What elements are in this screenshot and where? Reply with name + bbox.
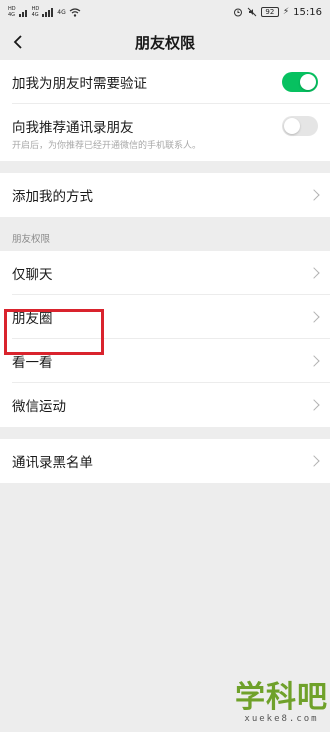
signal-icon-2 (42, 7, 54, 17)
battery-icon: 92 (260, 7, 279, 17)
battery-level: 92 (265, 8, 275, 16)
network-tag-3: 4G (57, 8, 66, 16)
add-methods-label: 添加我的方式 (12, 189, 93, 205)
wifi-icon (69, 7, 81, 17)
network-tag-1: HD 4G (8, 6, 16, 18)
alarm-icon (233, 8, 242, 17)
network-tag-4g-1: 4G (8, 12, 16, 18)
clock: 15:16 (293, 6, 322, 18)
chevron-right-icon (308, 267, 320, 279)
network-tag-4g-2: 4G (31, 12, 39, 18)
require-verification-label: 加我为朋友时需要验证 (12, 76, 147, 92)
list-item-label: 微信运动 (12, 399, 66, 415)
chevron-right-icon (308, 399, 320, 411)
require-verification-row[interactable]: 加我为朋友时需要验证 (0, 60, 330, 104)
signal-icon (18, 9, 27, 17)
watermark-main: 学科吧 (235, 680, 328, 715)
add-methods-row[interactable]: 添加我的方式 (0, 173, 330, 217)
status-bar: HD 4G HD 4G 4G 92 ⚡ 15:16 (0, 0, 330, 24)
watermark-sub: xueke8.com (244, 714, 319, 724)
list-item-chat-only[interactable]: 仅聊天 (0, 251, 330, 295)
list-item-label: 仅聊天 (12, 267, 53, 283)
status-left: HD 4G HD 4G 4G (8, 6, 81, 18)
toggle-knob (284, 118, 300, 134)
recommend-contacts-toggle[interactable] (282, 116, 318, 136)
network-tag-2: HD 4G (32, 6, 40, 18)
toggle-knob (300, 74, 316, 90)
mute-icon (247, 7, 257, 17)
list-item-werun[interactable]: 微信运动 (0, 383, 330, 427)
watermark: 学科吧 xueke8.com (235, 680, 328, 725)
add-methods-group: 添加我的方式 (0, 173, 330, 217)
nav-bar: 朋友权限 (0, 24, 330, 60)
recommend-contacts-row[interactable]: 向我推荐通讯录朋友 (0, 104, 330, 148)
status-right: 92 ⚡ 15:16 (233, 7, 322, 18)
page-title: 朋友权限 (134, 33, 195, 52)
highlight-box (4, 309, 104, 355)
charging-icon: ⚡ (282, 7, 290, 17)
blacklist-label: 通讯录黑名单 (12, 455, 93, 471)
back-arrow-icon[interactable] (10, 33, 28, 51)
chevron-right-icon (308, 311, 320, 323)
blacklist-group: 通讯录黑名单 (0, 439, 330, 483)
chevron-right-icon (308, 189, 320, 201)
chevron-right-icon (308, 355, 320, 367)
verification-group: 加我为朋友时需要验证 向我推荐通讯录朋友 开启后，为你推荐已经开通微信的手机联系… (0, 60, 330, 161)
recommend-contacts-label: 向我推荐通讯录朋友 (12, 120, 134, 136)
chevron-right-icon (308, 455, 320, 467)
blacklist-row[interactable]: 通讯录黑名单 (0, 439, 330, 483)
require-verification-toggle[interactable] (282, 72, 318, 92)
friend-permissions-header: 朋友权限 (12, 234, 51, 245)
